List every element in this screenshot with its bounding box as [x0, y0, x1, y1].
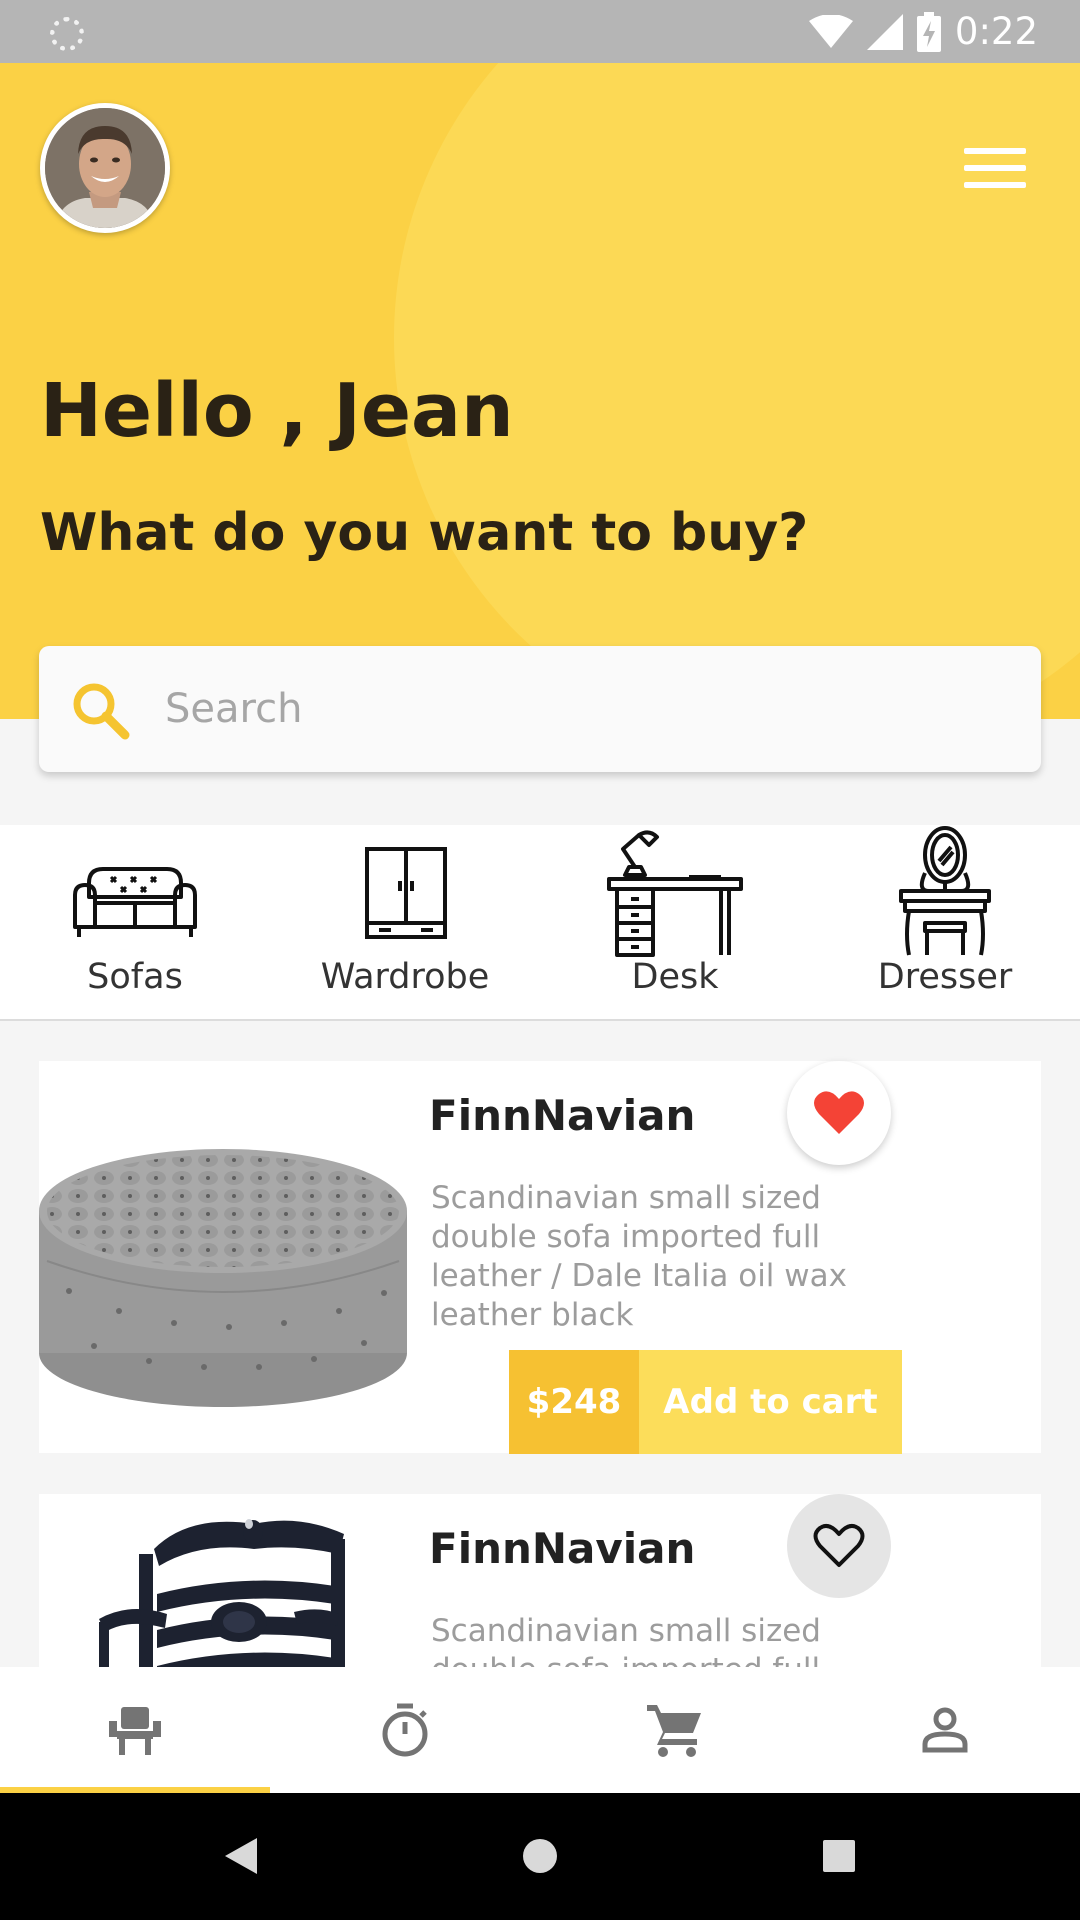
category-label: Dresser	[877, 957, 1013, 997]
home-icon	[523, 1839, 557, 1873]
product-description: Scandinavian small sized double sofa imp…	[431, 1180, 847, 1333]
product-name: FinnNavian	[429, 1524, 696, 1573]
system-navigation-bar	[0, 1793, 1080, 1920]
heart-filled-icon	[814, 1091, 864, 1134]
category-label: Sofas	[87, 957, 183, 997]
wardrobe-icon	[365, 847, 447, 939]
wifi-icon	[808, 14, 853, 48]
header: Hello , Jean What do you want to buy?	[0, 63, 1080, 719]
status-time: 0:22	[954, 10, 1038, 53]
chair-icon	[109, 1707, 161, 1755]
back-icon	[225, 1838, 257, 1874]
heart-outline-icon	[813, 1524, 865, 1567]
app-screen: 0:22 Hello , Jean What do you want to bu…	[0, 0, 1080, 1920]
loading-icon	[50, 17, 84, 51]
price-tag: $248	[509, 1350, 639, 1454]
recents-button[interactable]	[806, 1823, 872, 1889]
dresser-icon	[899, 826, 991, 956]
search-input[interactable]	[165, 674, 985, 744]
signal-icon	[866, 13, 903, 50]
tufted-ottoman-image	[39, 1149, 407, 1407]
category-sofas[interactable]: Sofas	[0, 825, 270, 1021]
purchase-bar: $248 Add to cart	[509, 1350, 902, 1454]
status-icons: 0:22	[808, 0, 1038, 63]
search-bar[interactable]	[39, 646, 1041, 772]
desk-icon	[607, 830, 743, 957]
category-label: Wardrobe	[320, 957, 490, 997]
category-dresser[interactable]: Dresser	[810, 825, 1080, 1021]
favorite-button[interactable]	[787, 1061, 891, 1165]
person-icon	[922, 1707, 968, 1753]
status-bar: 0:22	[0, 0, 1080, 63]
nav-item-timer[interactable]	[270, 1667, 540, 1793]
page-subtitle: What do you want to buy?	[40, 503, 809, 563]
category-bar: Sofas Wardrobe Desk Dresser	[0, 825, 1080, 1021]
product-card[interactable]: FinnNavian Scandinavian small sized doub…	[39, 1061, 1041, 1454]
hamburger-menu-icon[interactable]	[960, 143, 1030, 193]
nav-item-profile[interactable]	[810, 1667, 1080, 1793]
avatar[interactable]	[40, 103, 170, 233]
category-label: Desk	[631, 957, 719, 997]
search-icon	[73, 683, 130, 740]
avatar-image	[45, 108, 165, 228]
greeting-title: Hello , Jean	[40, 368, 514, 454]
add-to-cart-button[interactable]: Add to cart	[639, 1350, 902, 1454]
category-desk[interactable]: Desk	[540, 825, 810, 1021]
category-wardrobe[interactable]: Wardrobe	[270, 825, 540, 1021]
battery-charging-icon	[916, 11, 941, 52]
bottom-navigation	[0, 1667, 1080, 1793]
nav-item-cart[interactable]	[540, 1667, 810, 1793]
cart-icon	[647, 1705, 701, 1757]
home-button[interactable]	[507, 1823, 573, 1889]
nav-item-furniture[interactable]	[0, 1667, 270, 1793]
back-button[interactable]	[208, 1823, 274, 1889]
recents-icon	[823, 1840, 855, 1872]
favorite-button[interactable]	[787, 1494, 891, 1598]
product-name: FinnNavian	[429, 1091, 696, 1140]
sofa-icon	[73, 867, 197, 937]
stopwatch-icon	[382, 1703, 428, 1757]
